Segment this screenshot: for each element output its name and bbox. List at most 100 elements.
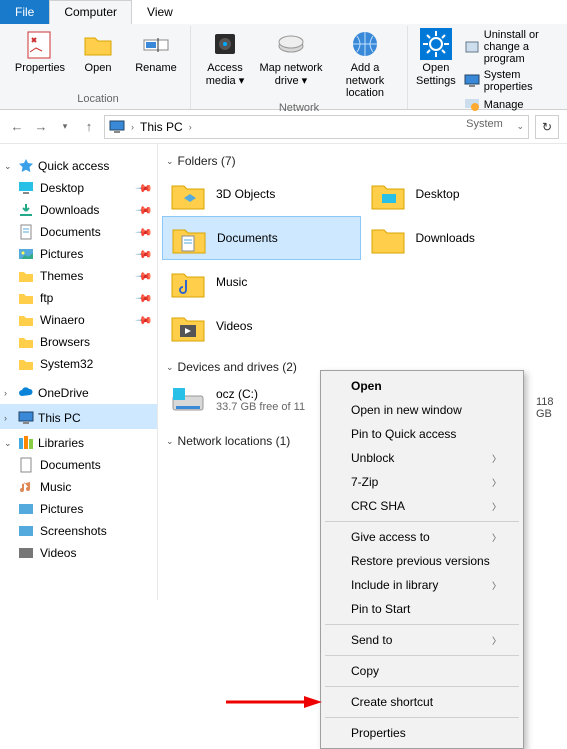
lib-documents[interactable]: Documents <box>0 454 157 476</box>
address-bar: ← → ▾ ↑ › This PC › ⌄ ↻ <box>0 110 567 144</box>
folder-icon <box>170 308 206 344</box>
folder-icon <box>18 334 34 350</box>
pin-icon: 📌 <box>135 311 154 330</box>
rename-button[interactable]: Rename <box>128 26 184 88</box>
folder-3d-objects[interactable]: 3D Objects <box>162 172 361 216</box>
tab-view[interactable]: View <box>132 0 188 24</box>
chevron-right-icon: 〉 <box>492 452 501 465</box>
separator <box>325 521 519 522</box>
folder-icon <box>370 220 406 256</box>
ctx-create-shortcut[interactable]: Create shortcut <box>323 690 521 714</box>
ctx-crc-sha[interactable]: CRC SHA〉 <box>323 494 521 518</box>
folder-documents[interactable]: Documents <box>162 216 361 260</box>
ctx-include-library[interactable]: Include in library〉 <box>323 573 521 597</box>
chevron-down-icon: ⌄ <box>166 362 174 373</box>
pin-icon: 📌 <box>135 179 154 198</box>
drive-2-free-space: 118 GB <box>536 396 567 420</box>
map-drive-button[interactable]: Map network drive ▾ <box>255 26 327 100</box>
documents-icon <box>18 457 34 473</box>
chevron-down-icon: ⌄ <box>4 161 14 172</box>
nav-downloads[interactable]: Downloads📌 <box>0 199 157 221</box>
folder-icon <box>18 356 34 372</box>
nav-browsers[interactable]: Browsers <box>0 331 157 353</box>
separator <box>325 655 519 656</box>
nav-desktop[interactable]: Desktop📌 <box>0 177 157 199</box>
ctx-properties[interactable]: Properties <box>323 721 521 745</box>
ctx-open-new-window[interactable]: Open in new window <box>323 398 521 422</box>
folder-icon <box>18 268 34 284</box>
tab-file[interactable]: File <box>0 0 49 24</box>
recent-locations-button[interactable]: ▾ <box>56 118 74 136</box>
folder-icon <box>170 176 206 212</box>
rename-icon <box>140 28 172 60</box>
up-button[interactable]: ↑ <box>80 118 98 136</box>
folder-music[interactable]: Music <box>162 260 361 304</box>
nav-ftp[interactable]: ftp📌 <box>0 287 157 309</box>
libraries-icon <box>18 435 34 451</box>
breadcrumb-this-pc[interactable]: This PC <box>140 120 183 134</box>
nav-pictures[interactable]: Pictures📌 <box>0 243 157 265</box>
folder-icon <box>171 220 207 256</box>
nav-documents[interactable]: Documents📌 <box>0 221 157 243</box>
folder-videos[interactable]: Videos <box>162 304 361 348</box>
chevron-down-icon[interactable]: ⌄ <box>516 121 524 132</box>
ctx-restore-versions[interactable]: Restore previous versions <box>323 549 521 573</box>
folder-open-icon <box>82 28 114 60</box>
chevron-right-icon: › <box>131 122 134 132</box>
folder-icon <box>370 176 406 212</box>
pin-icon: 📌 <box>135 267 154 286</box>
chevron-right-icon: › <box>4 388 14 398</box>
open-settings-button[interactable]: Open Settings <box>414 26 458 116</box>
folder-downloads[interactable]: Downloads <box>361 216 560 260</box>
videos-icon <box>18 545 34 561</box>
properties-icon <box>24 28 56 60</box>
forward-button[interactable]: → <box>32 118 50 136</box>
manage-icon <box>464 97 480 113</box>
map-drive-icon <box>275 28 307 60</box>
this-pc-header[interactable]: › This PC <box>0 404 157 429</box>
chevron-right-icon: 〉 <box>492 531 501 544</box>
quick-access-header[interactable]: ⌄ Quick access <box>0 152 157 177</box>
system-properties-button[interactable]: System properties <box>462 68 551 94</box>
folders-section-header[interactable]: ⌄Folders (7) <box>162 152 559 172</box>
refresh-button[interactable]: ↻ <box>535 115 559 139</box>
lib-screenshots[interactable]: Screenshots <box>0 520 157 542</box>
address-box[interactable]: › This PC › ⌄ <box>104 115 529 139</box>
chevron-down-icon: ⌄ <box>4 438 14 449</box>
folder-desktop[interactable]: Desktop <box>361 172 560 216</box>
ctx-pin-start[interactable]: Pin to Start <box>323 597 521 621</box>
properties-button[interactable]: Properties <box>12 26 68 88</box>
pin-icon: 📌 <box>135 201 154 220</box>
add-network-location-button[interactable]: Add a network location <box>329 26 401 100</box>
tab-computer[interactable]: Computer <box>49 0 132 24</box>
uninstall-program-button[interactable]: Uninstall or change a program <box>462 28 551 66</box>
ctx-send-to[interactable]: Send to〉 <box>323 628 521 652</box>
folder-hidden[interactable] <box>361 260 560 304</box>
lib-videos[interactable]: Videos <box>0 542 157 564</box>
ctx-copy[interactable]: Copy <box>323 659 521 683</box>
monitor-icon <box>464 73 480 89</box>
back-button[interactable]: ← <box>8 118 26 136</box>
nav-system32[interactable]: System32 <box>0 353 157 375</box>
libraries-header[interactable]: ⌄ Libraries <box>0 429 157 454</box>
lib-pictures[interactable]: Pictures <box>0 498 157 520</box>
ctx-open[interactable]: Open <box>323 374 521 398</box>
lib-music[interactable]: Music <box>0 476 157 498</box>
ctx-7zip[interactable]: 7-Zip〉 <box>323 470 521 494</box>
nav-themes[interactable]: Themes📌 <box>0 265 157 287</box>
folder-icon <box>18 312 34 328</box>
ctx-pin-quick-access[interactable]: Pin to Quick access <box>323 422 521 446</box>
ctx-unblock[interactable]: Unblock〉 <box>323 446 521 470</box>
pictures-icon <box>18 246 34 262</box>
folder-icon <box>170 264 206 300</box>
open-button[interactable]: Open <box>70 26 126 88</box>
access-media-button[interactable]: Access media ▾ <box>197 26 253 100</box>
separator <box>325 686 519 687</box>
settings-gear-icon <box>420 28 452 60</box>
ctx-give-access[interactable]: Give access to〉 <box>323 525 521 549</box>
nav-winaero[interactable]: Winaero📌 <box>0 309 157 331</box>
media-icon <box>209 28 241 60</box>
manage-button[interactable]: Manage <box>462 96 551 114</box>
context-menu: Open Open in new window Pin to Quick acc… <box>320 370 524 749</box>
onedrive-header[interactable]: › OneDrive <box>0 375 157 404</box>
